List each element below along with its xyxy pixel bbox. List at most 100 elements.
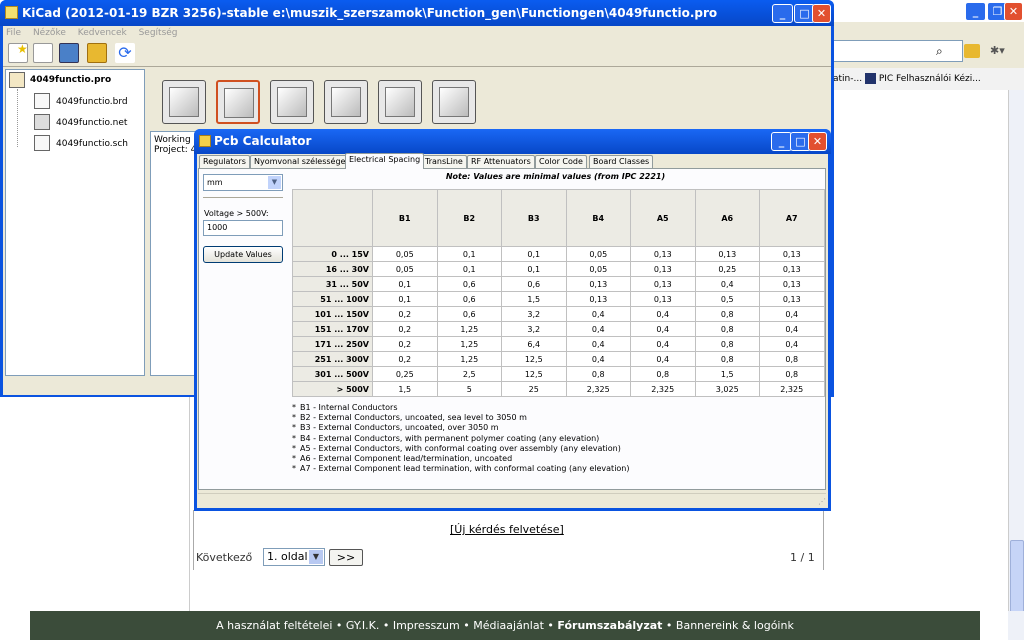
kicad-title: KiCad (2012-01-19 BZR 3256)-stable e:\mu…: [0, 0, 834, 26]
legend-bullet: *: [292, 443, 296, 453]
pcb-calculator-title: Pcb Calculator: [194, 129, 831, 154]
new-question-link[interactable]: [Új kérdés felvetése]: [450, 523, 564, 536]
tools-icon[interactable]: ✱▾: [990, 44, 1005, 57]
unit-select[interactable]: mm ▼: [203, 174, 283, 191]
browser-scrollbar-bottom[interactable]: [1008, 611, 1024, 640]
chevron-down-icon[interactable]: ▼: [268, 176, 281, 189]
scrollbar-thumb[interactable]: [1010, 540, 1024, 620]
open-project-icon[interactable]: [59, 43, 79, 63]
table-cell: 2,325: [759, 381, 825, 397]
tab-board-classes[interactable]: Board Classes: [589, 155, 654, 168]
chevron-down-icon[interactable]: ▼: [309, 550, 323, 564]
refresh-icon[interactable]: ⟳: [115, 43, 135, 63]
row-header: 16 ... 30V: [292, 261, 373, 277]
table-cell: 0,4: [759, 321, 825, 337]
tree-line: [17, 89, 18, 147]
footer-imprint-link[interactable]: Impresszum: [393, 619, 460, 632]
column-header: B1: [372, 189, 438, 247]
table-cell: 0,05: [565, 261, 631, 277]
favorites-icon[interactable]: [964, 44, 980, 58]
legend-bullet: *: [292, 413, 296, 423]
menu-favorites[interactable]: Kedvencek: [78, 28, 127, 38]
links-bar-item-pic[interactable]: PIC Felhasználói Kézi...: [879, 74, 981, 84]
footer-media-link[interactable]: Médiaajánlat: [473, 619, 544, 632]
links-bar-item[interactable]: atin-...: [833, 74, 865, 84]
tab-track-width[interactable]: Nyomvonal szélessége: [250, 155, 350, 168]
tree-scrollbar[interactable]: [5, 376, 145, 392]
browser-search-field[interactable]: [833, 40, 963, 62]
table-cell: 0,1: [501, 261, 567, 277]
browser-scrollbar[interactable]: [1008, 90, 1024, 640]
table-row: > 500V 1,5 5 25 2,325 2,325 3,025 2,325: [292, 381, 825, 397]
tab-electrical-spacing[interactable]: Electrical Spacing: [345, 153, 425, 169]
menu-view[interactable]: Nézőke: [33, 28, 66, 38]
table-cell: 0,6: [436, 276, 502, 292]
table-cell: 0,4: [759, 336, 825, 352]
table-cell: 0,4: [565, 306, 631, 322]
browser-minimize-button[interactable]: _: [965, 2, 986, 21]
bitmap2component-icon[interactable]: [378, 80, 422, 124]
pcb-calculator-icon[interactable]: [432, 80, 476, 124]
row-header: 101 ... 150V: [292, 306, 373, 322]
legend-bullet: *: [292, 464, 296, 474]
tree-file-net[interactable]: 4049functio.net: [56, 118, 127, 128]
new-project-icon[interactable]: ★: [8, 42, 28, 63]
table-cell: 0,05: [372, 261, 438, 277]
message-line: Working di: [154, 135, 200, 145]
browser-close-button[interactable]: ✕: [1004, 2, 1023, 21]
row-header: 301 ... 500V: [292, 366, 373, 382]
table-cell: 3,025: [694, 381, 760, 397]
tab-rf-attenuators[interactable]: RF Attenuators: [467, 155, 535, 168]
pcbnew-icon[interactable]: [270, 80, 314, 124]
next-page-button[interactable]: >>: [329, 549, 363, 566]
row-header: 31 ... 50V: [292, 276, 373, 292]
table-cell: 0,6: [436, 291, 502, 307]
footer-banners-link[interactable]: Bannereink & logóink: [676, 619, 794, 632]
table-cell: 0,13: [565, 276, 631, 292]
kicad-minimize-button[interactable]: _: [772, 4, 793, 23]
tab-color-code[interactable]: Color Code: [535, 155, 587, 168]
table-cell: 0,4: [630, 321, 696, 337]
kicad-toolbar: ★ ⟳: [3, 40, 831, 67]
table-cell: 0,4: [630, 306, 696, 322]
table-cell: 1,5: [372, 381, 438, 397]
table-cell: 0,05: [372, 246, 438, 262]
tab-regulators[interactable]: Regulators: [199, 155, 250, 168]
new-file-icon[interactable]: [33, 43, 53, 63]
table-header-row: B1 B2 B3 B4 A5 A6 A7: [292, 189, 825, 247]
next-label: Következő: [196, 551, 253, 564]
row-header: 0 ... 15V: [292, 246, 373, 262]
column-header: B3: [501, 189, 567, 247]
cvpcb-icon[interactable]: [216, 80, 260, 124]
table-cell: 0,2: [372, 351, 438, 367]
table-cell: 0,1: [372, 291, 438, 307]
save-project-icon[interactable]: [87, 43, 107, 63]
menu-help[interactable]: Segítség: [139, 28, 178, 38]
table-row: 51 ... 100V 0,1 0,6 1,5 0,13 0,13 0,5 0,13: [292, 291, 825, 307]
footer-terms-link[interactable]: A használat feltételei: [216, 619, 332, 632]
footer-rules-link[interactable]: Fórumszabályzat: [557, 619, 662, 632]
gerbview-icon[interactable]: [324, 80, 368, 124]
page-select[interactable]: 1. oldal ▼: [263, 548, 325, 566]
tree-file-sch[interactable]: 4049functio.sch: [56, 139, 128, 149]
table-cell: 0,1: [436, 261, 502, 277]
kicad-close-button[interactable]: ✕: [812, 4, 831, 23]
tree-root[interactable]: 4049functio.pro: [30, 75, 111, 85]
tree-file-brd[interactable]: 4049functio.brd: [56, 97, 128, 107]
pcb-minimize-button[interactable]: _: [771, 132, 792, 151]
eeschema-icon[interactable]: [162, 80, 206, 124]
search-icon[interactable]: ⌕: [936, 44, 943, 59]
footer-faq-link[interactable]: GY.I.K.: [346, 619, 379, 632]
table-corner: [292, 189, 373, 247]
spacing-note: Note: Values are minimal values (from IP…: [445, 172, 666, 181]
legend-text: B2 - External Conductors, uncoated, sea …: [300, 413, 527, 423]
table-cell: 0,25: [372, 366, 438, 382]
voltage-input[interactable]: 1000: [203, 220, 283, 236]
resize-grip-icon[interactable]: ⋰: [818, 497, 826, 506]
update-values-button[interactable]: Update Values: [203, 246, 283, 263]
tab-transline[interactable]: TransLine: [421, 155, 467, 168]
table-cell: 0,13: [630, 291, 696, 307]
pcb-close-button[interactable]: ✕: [808, 132, 827, 151]
menu-file[interactable]: File: [6, 28, 21, 38]
spacing-table: B1 B2 B3 B4 A5 A6 A7 0 ... 15V 0,05 0,1 0,1…: [292, 189, 825, 397]
